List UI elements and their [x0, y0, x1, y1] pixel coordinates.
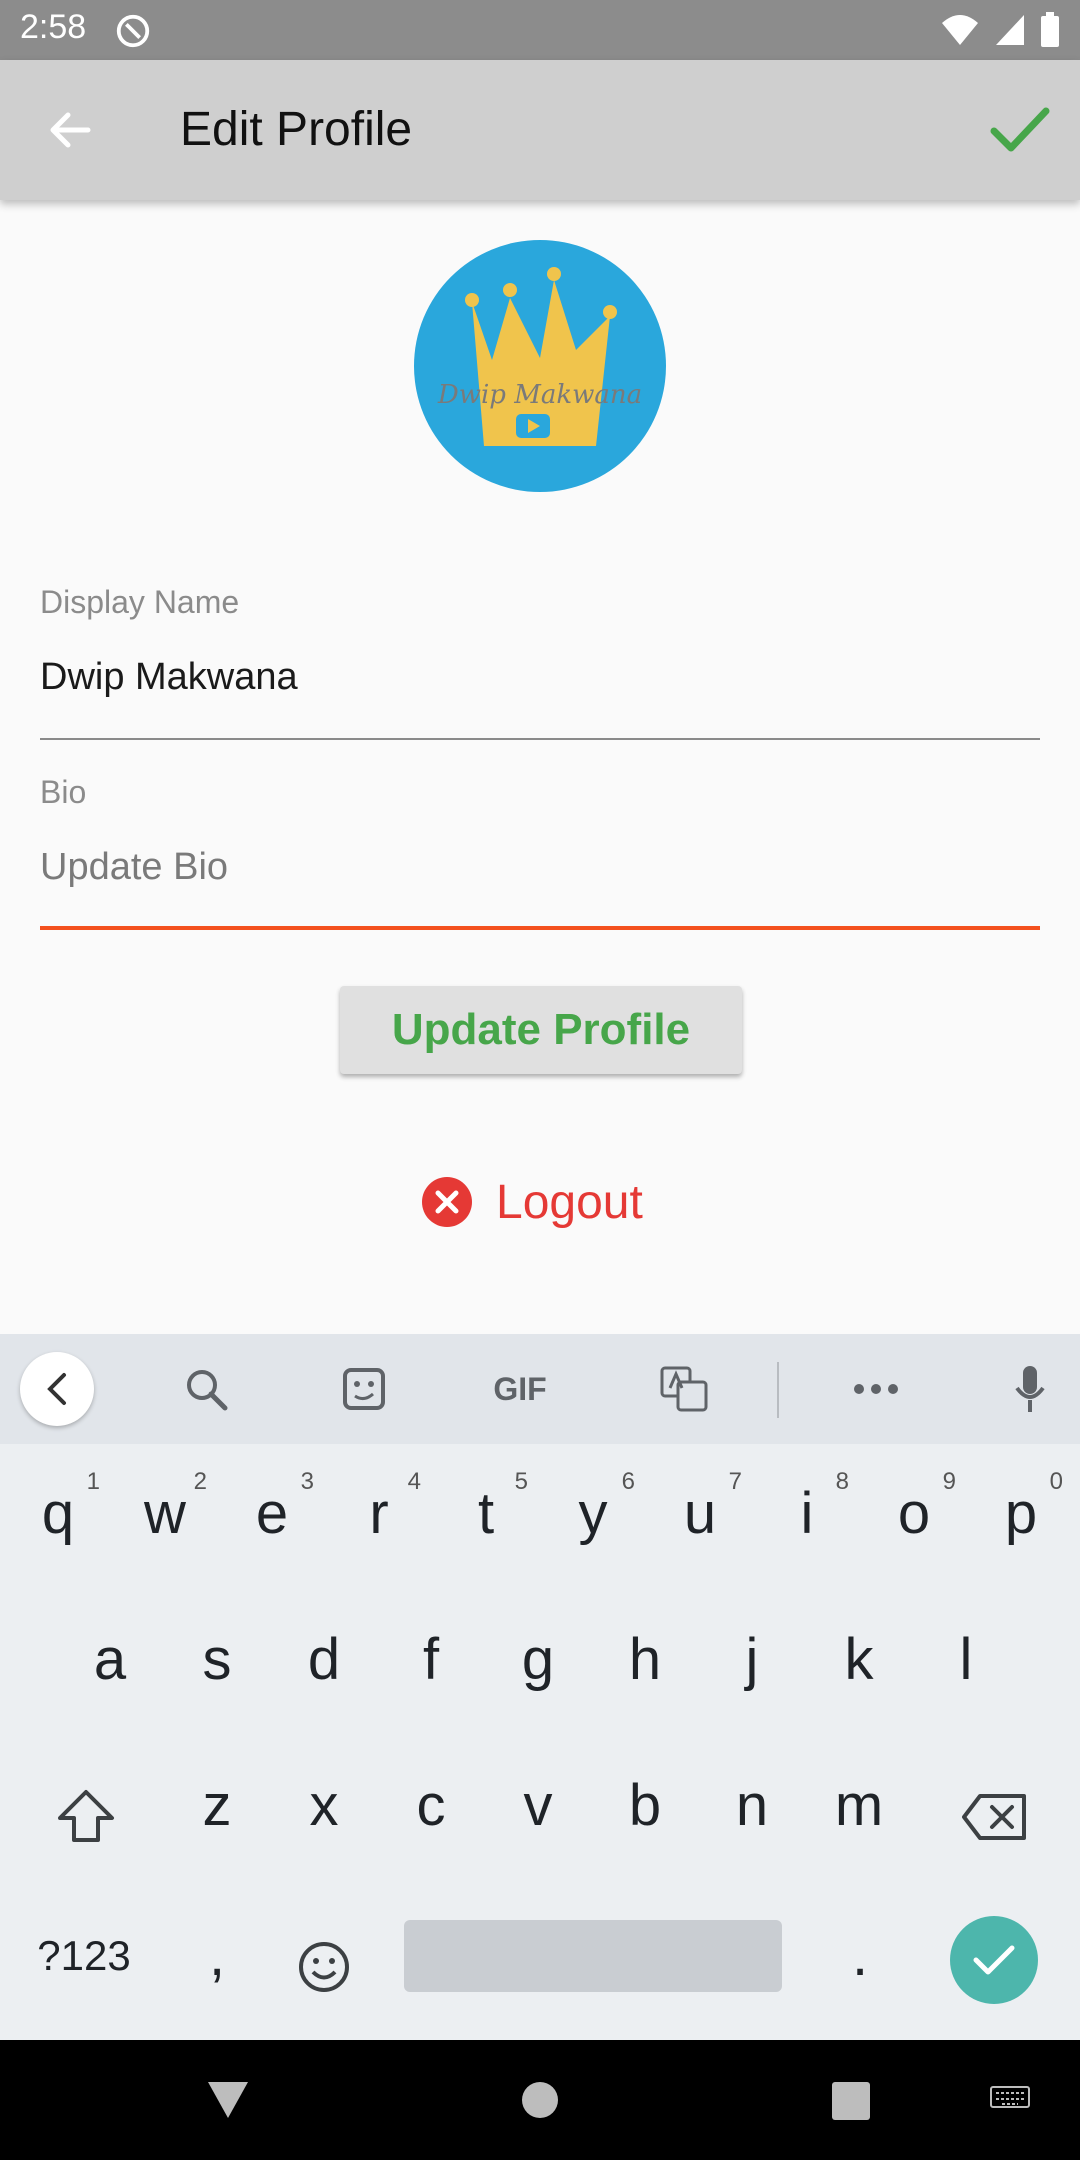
key-z[interactable]: z — [167, 1772, 267, 1872]
keyboard-search-button[interactable] — [176, 1354, 236, 1424]
soft-keyboard: q1 w2 e3 r4 t5 y6 u7 i8 o9 p0 a s d f g … — [0, 1444, 1080, 2040]
keyboard-more-button[interactable] — [846, 1354, 906, 1424]
cancel-circle-icon — [422, 1177, 472, 1227]
chevron-left-icon — [47, 1373, 66, 1405]
key-i[interactable]: i8 — [757, 1468, 857, 1580]
status-bar: 2:58 — [0, 0, 1080, 60]
keyboard-collapse-button[interactable] — [20, 1352, 94, 1426]
profile-avatar[interactable]: Dwip Makwana — [414, 240, 666, 492]
key-o[interactable]: o9 — [864, 1468, 964, 1580]
battery-icon — [1041, 12, 1059, 47]
comma-key[interactable]: , — [167, 1922, 267, 2022]
key-u[interactable]: u7 — [650, 1468, 750, 1580]
key-v[interactable]: v — [488, 1772, 588, 1872]
app-notification-icon — [116, 14, 150, 48]
key-hint: 1 — [86, 1468, 100, 1495]
logout-button[interactable]: Logout — [420, 1170, 643, 1234]
sticker-icon — [343, 1368, 385, 1410]
key-w[interactable]: w2 — [115, 1468, 215, 1580]
shift-key[interactable] — [36, 1774, 136, 1874]
period-key[interactable]: . — [810, 1922, 910, 2022]
keyboard-translate-button[interactable] — [654, 1354, 714, 1424]
display-name-input[interactable]: Dwip Makwana — [40, 656, 298, 699]
key-n[interactable]: n — [702, 1772, 802, 1872]
key-m[interactable]: m — [809, 1772, 909, 1872]
key-f[interactable]: f — [381, 1626, 481, 1726]
key-h[interactable]: h — [595, 1626, 695, 1726]
keyboard-gif-button[interactable]: GIF — [480, 1354, 560, 1424]
display-name-label: Display Name — [40, 584, 240, 620]
keyboard-switch-icon[interactable] — [990, 2086, 1030, 2114]
key-c[interactable]: c — [381, 1772, 481, 1872]
wifi-icon — [942, 15, 978, 45]
recents-square-icon[interactable] — [832, 2082, 870, 2120]
key-q[interactable]: q1 — [8, 1468, 108, 1580]
more-horiz-icon — [854, 1384, 898, 1394]
check-icon — [973, 1945, 1015, 1975]
key-p[interactable]: p0 — [971, 1468, 1071, 1580]
key-hint: 9 — [942, 1468, 956, 1495]
search-icon — [187, 1370, 228, 1411]
avatar-logo-text: Dwip Makwana — [437, 380, 643, 410]
key-hint: 6 — [621, 1468, 635, 1495]
shift-icon — [58, 1790, 114, 1842]
display-name-underline — [40, 738, 1040, 740]
arrow-back-icon — [50, 112, 91, 148]
system-nav-bar — [0, 2040, 1080, 2160]
key-d[interactable]: d — [274, 1626, 374, 1726]
bio-input[interactable]: Update Bio — [40, 846, 228, 889]
key-b[interactable]: b — [595, 1772, 695, 1872]
emoji-icon — [299, 1942, 349, 1992]
crown-logo-icon — [465, 267, 617, 446]
logout-label: Logout — [496, 1175, 643, 1229]
home-circle-icon[interactable] — [520, 2080, 560, 2120]
app-bar: Edit Profile — [0, 60, 1080, 200]
save-check-button[interactable] — [980, 90, 1060, 170]
key-hint: 4 — [407, 1468, 421, 1495]
key-j[interactable]: j — [702, 1626, 802, 1726]
key-hint: 7 — [728, 1468, 742, 1495]
keyboard-mic-button[interactable] — [1000, 1354, 1060, 1424]
mic-icon — [1015, 1366, 1045, 1412]
key-hint: 2 — [193, 1468, 207, 1495]
key-y[interactable]: y6 — [543, 1468, 643, 1580]
enter-key[interactable] — [950, 1916, 1038, 2004]
key-hint: 5 — [514, 1468, 528, 1495]
key-x[interactable]: x — [274, 1772, 374, 1872]
key-g[interactable]: g — [488, 1626, 588, 1726]
bio-label: Bio — [40, 774, 87, 810]
backspace-icon — [962, 1794, 1026, 1840]
emoji-key[interactable] — [274, 1920, 374, 2020]
backspace-key[interactable] — [944, 1774, 1044, 1874]
key-k[interactable]: k — [809, 1626, 909, 1726]
key-a[interactable]: a — [60, 1626, 160, 1726]
bio-underline-focused — [40, 926, 1040, 930]
key-l[interactable]: l — [916, 1626, 1016, 1726]
key-hint: 0 — [1049, 1468, 1063, 1495]
key-t[interactable]: t5 — [436, 1468, 536, 1580]
status-time: 2:58 — [20, 8, 87, 46]
symbols-key[interactable]: ?123 — [24, 1932, 144, 2032]
key-r[interactable]: r4 — [329, 1468, 429, 1580]
check-icon — [990, 107, 1050, 152]
translate-icon — [660, 1366, 708, 1412]
update-profile-button[interactable]: Update Profile — [340, 986, 742, 1074]
page-title: Edit Profile — [180, 103, 413, 156]
keyboard-sticker-button[interactable] — [334, 1354, 394, 1424]
key-hint: 3 — [300, 1468, 314, 1495]
cell-signal-icon — [996, 15, 1024, 45]
key-s[interactable]: s — [167, 1626, 267, 1726]
key-hint: 8 — [835, 1468, 849, 1495]
toolbar-divider — [777, 1362, 779, 1418]
space-bar[interactable] — [404, 1920, 782, 1992]
key-e[interactable]: e3 — [222, 1468, 322, 1580]
back-button[interactable] — [30, 100, 110, 160]
keyboard-toolbar: GIF — [0, 1334, 1080, 1444]
back-triangle-icon[interactable] — [206, 2078, 250, 2122]
